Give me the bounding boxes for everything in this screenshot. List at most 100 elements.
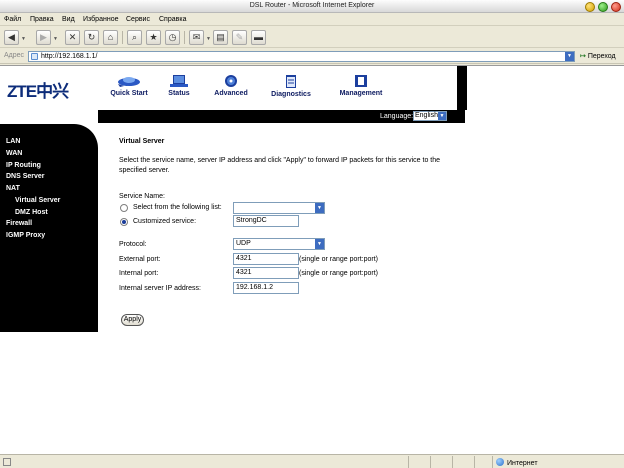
internal-port-label: Internal port:: [119, 270, 159, 277]
print-button[interactable]: ▤: [213, 30, 228, 45]
search-icon: ⌕: [131, 32, 138, 42]
menu-view[interactable]: Вид: [62, 16, 75, 23]
globe-icon: [496, 458, 504, 466]
home-button[interactable]: ⌂: [103, 30, 118, 45]
server-ip-input[interactable]: 192.168.1.2: [233, 282, 299, 294]
menu-bar: Файл Правка Вид Избранное Сервис Справка: [0, 13, 624, 26]
sidebar-item-nat[interactable]: NAT: [6, 185, 20, 192]
apply-button[interactable]: Apply: [121, 314, 144, 326]
menu-edit[interactable]: Правка: [30, 16, 54, 23]
search-button[interactable]: ⌕: [127, 30, 142, 45]
nav-label: Status: [168, 90, 190, 97]
sidebar-item-lan[interactable]: LAN: [6, 138, 20, 145]
sidebar-item-virtual-server[interactable]: Virtual Server: [15, 197, 60, 204]
external-port-label: External port:: [119, 256, 161, 263]
sidebar-item-igmp-proxy[interactable]: IGMP Proxy: [6, 232, 45, 239]
mail-icon: ✉: [192, 32, 201, 42]
back-button[interactable]: ◀: [4, 30, 19, 45]
star-icon: ★: [149, 32, 158, 42]
language-select[interactable]: English ▼: [413, 111, 447, 121]
custom-service-input[interactable]: StrongDC: [233, 215, 299, 227]
sidebar-item-ip-routing[interactable]: IP Routing: [6, 162, 41, 169]
home-icon: ⌂: [107, 32, 114, 42]
sidebar-item-wan[interactable]: WAN: [6, 150, 22, 157]
status-divider: [408, 456, 409, 468]
stop-button[interactable]: ✕: [65, 30, 80, 45]
refresh-button[interactable]: ↻: [84, 30, 99, 45]
sidebar-item-dns-server[interactable]: DNS Server: [6, 173, 45, 180]
gear-icon: [225, 75, 237, 87]
page-description: Select the service name, server IP addre…: [119, 157, 441, 174]
menu-favorites[interactable]: Избранное: [83, 16, 118, 23]
address-label: Адрес: [4, 52, 25, 59]
chat-icon: ▬: [254, 32, 263, 42]
service-name-label: Service Name:: [119, 193, 165, 200]
internal-port-input[interactable]: 4321: [233, 267, 299, 279]
language-value: English: [415, 112, 438, 119]
nav-label: Quick Start: [110, 90, 148, 97]
printer-icon: ▤: [216, 32, 225, 42]
minimize-button[interactable]: [585, 2, 595, 12]
status-divider: [430, 456, 431, 468]
sidebar-item-dmz-host[interactable]: DMZ Host: [15, 209, 48, 216]
nav-diagnostics[interactable]: Diagnostics: [267, 74, 315, 98]
pencil-icon: ✎: [235, 32, 244, 42]
rocket-icon: [118, 77, 140, 87]
go-arrow-icon: ↦: [580, 53, 586, 60]
security-zone: Интернет: [496, 458, 538, 467]
nav-advanced[interactable]: Advanced: [207, 74, 255, 97]
page-icon: [31, 53, 38, 60]
radio-select-from-list[interactable]: [120, 204, 128, 212]
protocol-label: Protocol:: [119, 241, 147, 248]
protocol-value: UDP: [236, 240, 251, 247]
toolbar-separator: [184, 31, 185, 44]
menu-help[interactable]: Справка: [159, 16, 186, 23]
toolbar: ◀ ▼ ▶ ▼ ✕ ↻ ⌂ ⌕ ★ ◷ ✉ ▼ ▤ ✎ ▬: [0, 27, 624, 48]
nav-status[interactable]: Status: [162, 74, 196, 97]
radio-customized-service[interactable]: [120, 218, 128, 226]
close-button[interactable]: [611, 2, 621, 12]
mail-button[interactable]: ✉: [189, 30, 204, 45]
address-bar: Адрес http://192.168.1.1/ ▼ ↦ Переход: [0, 49, 624, 64]
status-bar: Интернет: [0, 454, 624, 468]
go-button[interactable]: ↦ Переход: [580, 52, 616, 60]
favorites-button[interactable]: ★: [146, 30, 161, 45]
chevron-down-icon: ▼: [315, 203, 324, 213]
maximize-button[interactable]: [598, 2, 608, 12]
header-decoration: [457, 66, 467, 110]
option-list-label: Select from the following list:: [133, 204, 222, 211]
nav-label: Diagnostics: [271, 91, 311, 98]
discuss-button[interactable]: ▬: [251, 30, 266, 45]
title-bar: DSL Router - Microsoft Internet Explorer: [0, 0, 624, 13]
status-divider: [474, 456, 475, 468]
external-port-input[interactable]: 4321: [233, 253, 299, 265]
clipboard-icon: [286, 75, 296, 88]
toolbar-separator: [122, 31, 123, 44]
address-input[interactable]: http://192.168.1.1/ ▼: [28, 51, 575, 62]
service-list-select[interactable]: ▼: [233, 202, 325, 214]
zte-logo: ZTE中兴: [7, 82, 69, 101]
menu-file[interactable]: Файл: [4, 16, 21, 23]
sidebar-item-firewall[interactable]: Firewall: [6, 220, 32, 227]
edit-button[interactable]: ✎: [232, 30, 247, 45]
zone-label: Интернет: [507, 460, 538, 467]
nav-management[interactable]: Management: [334, 74, 388, 97]
forward-button[interactable]: ▶: [36, 30, 51, 45]
chevron-down-icon: ▼: [438, 112, 446, 120]
folder-icon: [355, 75, 367, 87]
page-status-icon: [3, 458, 11, 466]
router-header: ZTE中兴 Quick Start Status Advanced Diagno…: [0, 66, 467, 110]
protocol-select[interactable]: UDP ▼: [233, 238, 325, 250]
nav-quick-start[interactable]: Quick Start: [104, 74, 154, 97]
stop-icon: ✕: [68, 32, 77, 42]
mail-dropdown[interactable]: ▼: [206, 36, 211, 42]
nav-label: Advanced: [214, 90, 248, 97]
forward-history-dropdown[interactable]: ▼: [53, 36, 58, 42]
nav-label: Management: [339, 90, 383, 97]
menu-tools[interactable]: Сервис: [126, 16, 150, 23]
address-dropdown[interactable]: ▼: [565, 52, 574, 61]
page-title: Virtual Server: [119, 138, 165, 145]
back-history-dropdown[interactable]: ▼: [21, 36, 26, 42]
language-bar: Language: English ▼: [98, 110, 465, 123]
history-button[interactable]: ◷: [165, 30, 180, 45]
